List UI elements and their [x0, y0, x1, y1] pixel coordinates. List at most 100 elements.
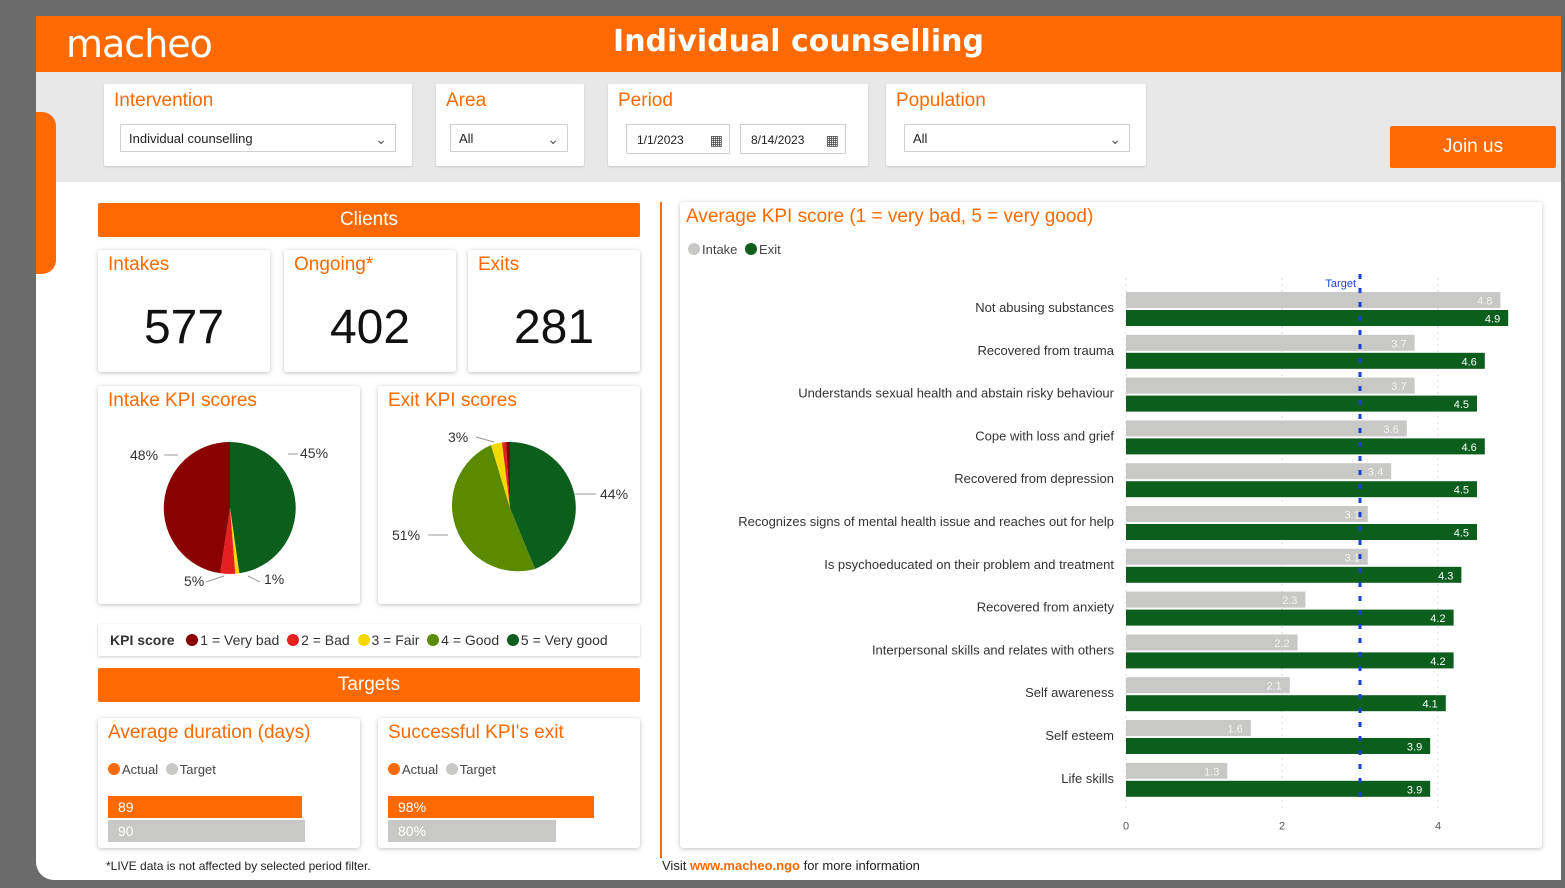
bar-value-label: 3.6: [1384, 424, 1399, 436]
pie-label: 48%: [130, 447, 158, 463]
exit-bar[interactable]: [1126, 481, 1477, 498]
bar-value-label: 4.3: [1438, 570, 1453, 582]
category-label: Self esteem: [1045, 728, 1114, 743]
pie-label: 3%: [448, 429, 468, 445]
bar-label: 80%: [398, 823, 427, 839]
period-end-input[interactable]: 8/14/2023 ▦: [740, 124, 846, 154]
visit-post: for more information: [799, 858, 920, 873]
success-actual-bar[interactable]: 98%: [388, 796, 594, 818]
legend-text: Actual: [402, 762, 439, 777]
pie-label: 1%: [264, 571, 284, 587]
chevron-down-icon: ⌄: [547, 131, 559, 147]
legend-text: 1 = Very bad: [200, 632, 280, 648]
intake-bar[interactable]: [1126, 677, 1290, 694]
intake-bar[interactable]: [1126, 506, 1368, 522]
legend-item[interactable]: 5 = Very good: [506, 632, 608, 648]
legend-item[interactable]: 3 = Fair: [357, 632, 420, 648]
population-label: Population: [896, 90, 986, 111]
exit-bar[interactable]: [1126, 652, 1454, 669]
legend-text: Actual: [122, 762, 159, 777]
intervention-dropdown[interactable]: Individual counselling ⌄: [120, 124, 396, 152]
success-card: Successful KPI's exit Actual Target 98% …: [378, 718, 640, 848]
bar-value-label: 2.3: [1282, 595, 1297, 607]
macheo-link[interactable]: www.macheo.ngo: [690, 858, 800, 873]
bar-value-label: 1.3: [1204, 766, 1219, 778]
exit-bar[interactable]: [1126, 609, 1454, 626]
pie-slice-very-bad[interactable]: [163, 441, 230, 574]
intakes-card: Intakes 577: [98, 250, 270, 372]
category-label: Understands sexual health and abstain ri…: [798, 386, 1114, 401]
exits-value: 281: [513, 301, 595, 354]
pie-label: 51%: [392, 527, 420, 543]
duration-actual-bar[interactable]: 89: [108, 796, 303, 818]
legend-item[interactable]: 2 = Bad: [287, 632, 350, 648]
ongoing-value: 402: [329, 301, 411, 354]
exit-bar[interactable]: [1126, 738, 1431, 754]
legend-text: Target: [459, 762, 496, 777]
intake-bar[interactable]: [1126, 591, 1306, 608]
exit-bar[interactable]: [1126, 695, 1446, 712]
bar-label: 90: [118, 823, 134, 839]
side-collapse-tab[interactable]: [36, 112, 56, 274]
intake-bar[interactable]: [1126, 634, 1298, 651]
kpi-bar-chart: 0 2 4 Not abusing substances 4.8 4.9 Recovered…: [738, 274, 1509, 833]
targets-header: Targets: [98, 668, 640, 702]
exit-bar[interactable]: [1126, 566, 1462, 583]
leader-line: [205, 575, 225, 583]
legend-text: 2 = Bad: [301, 632, 350, 648]
intake-bar[interactable]: [1126, 548, 1368, 565]
bar-value-label: 1.6: [1228, 724, 1243, 736]
legend-dot: [108, 763, 120, 775]
bar-value-label: 4.9: [1485, 314, 1500, 326]
duration-target-bar[interactable]: 90: [108, 820, 305, 842]
category-label: Self awareness: [1025, 685, 1114, 700]
intake-bar[interactable]: [1126, 377, 1415, 394]
bar-value-label: 3.9: [1407, 742, 1422, 754]
category-label: Cope with loss and grief: [975, 428, 1114, 443]
area-dropdown[interactable]: All ⌄: [450, 124, 568, 152]
calendar-icon[interactable]: ▦: [826, 125, 839, 155]
bar-value-label: 2.1: [1267, 681, 1282, 693]
visit-pre: Visit: [662, 858, 690, 873]
period-start-input[interactable]: 1/1/2023 ▦: [626, 124, 730, 154]
filter-bar: Intervention Individual counselling ⌄ Ar…: [36, 72, 1561, 182]
calendar-icon[interactable]: ▦: [710, 125, 723, 155]
exit-bar[interactable]: [1126, 780, 1431, 797]
category-label: Interpersonal skills and relates with ot…: [872, 642, 1115, 657]
exit-bar[interactable]: [1126, 395, 1477, 412]
exit-bar[interactable]: [1126, 310, 1509, 326]
period-label: Period: [618, 90, 673, 111]
bar-value-label: 4.1: [1423, 699, 1438, 711]
intervention-label: Intervention: [114, 90, 214, 111]
pie-label: 5%: [184, 573, 204, 589]
duration-legend: Actual Target: [108, 762, 216, 777]
intake-bar[interactable]: [1126, 463, 1392, 480]
legend-item[interactable]: 1 = Very bad: [186, 632, 279, 648]
exit-bar[interactable]: [1126, 524, 1477, 540]
leader-line: [247, 575, 261, 583]
header-bar: macheo Individual counselling: [36, 16, 1561, 72]
category-label: Recognizes signs of mental health issue …: [738, 514, 1114, 529]
legend-dot: [287, 634, 300, 646]
pie-slice-very-good[interactable]: [230, 442, 296, 574]
legend-item[interactable]: 4 = Good: [427, 632, 499, 648]
legend-text: 3 = Fair: [371, 632, 420, 648]
x-tick-label: 2: [1279, 821, 1285, 833]
intake-bar[interactable]: [1126, 334, 1415, 351]
exit-bar[interactable]: [1126, 352, 1485, 369]
x-tick-label: 4: [1435, 821, 1441, 833]
duration-title: Average duration (days): [108, 722, 311, 743]
intake-bar[interactable]: [1126, 292, 1501, 308]
clients-header: Clients: [98, 203, 640, 237]
join-us-button[interactable]: Join us: [1390, 126, 1556, 168]
population-dropdown[interactable]: All ⌄: [904, 124, 1130, 152]
success-target-bar[interactable]: 80%: [388, 820, 556, 842]
kpi-score-legend: KPI score 1 = Very bad 2 = Bad 3 = Fair …: [98, 624, 640, 656]
page-title: Individual counselling: [613, 24, 984, 59]
bar-value-label: 3.7: [1391, 381, 1406, 393]
pie-label: 44%: [600, 486, 628, 502]
exit-bar[interactable]: [1126, 438, 1485, 455]
success-legend: Actual Target: [388, 762, 496, 777]
legend-dot: [445, 763, 458, 775]
intake-bar[interactable]: [1126, 420, 1407, 437]
